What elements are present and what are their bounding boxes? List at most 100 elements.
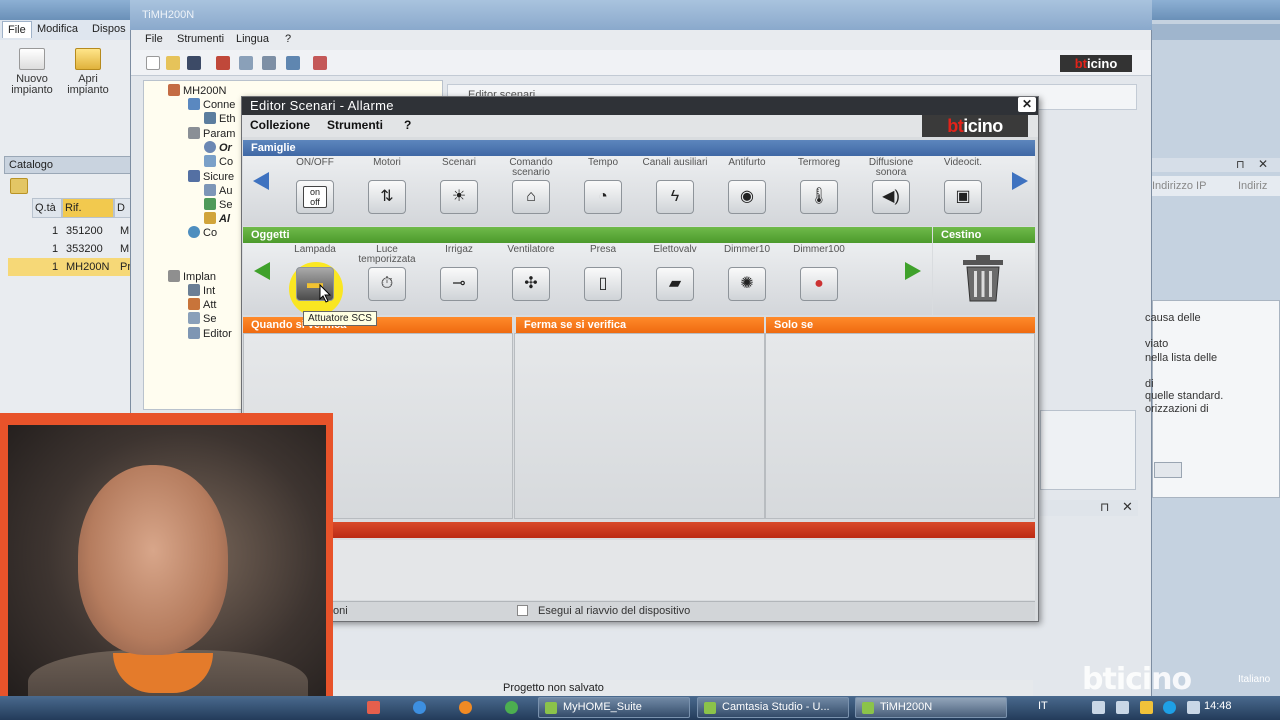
open-project-button[interactable]: Apri impianto [64, 48, 112, 96]
dialog-close-button[interactable]: ✕ [1018, 97, 1036, 112]
object-lampada[interactable]: Lampada ▬ [279, 245, 351, 301]
ferma-se-drop-zone[interactable] [514, 333, 765, 519]
col-ip-address[interactable]: Indirizzo IP [1152, 180, 1206, 192]
pin-icon[interactable]: ⊓ [1100, 500, 1109, 514]
family-motori[interactable]: Motori ⇅ [351, 158, 423, 214]
volume-tray-icon[interactable] [1116, 701, 1129, 714]
menu-strumenti[interactable]: Strumenti [327, 118, 383, 132]
tree-item-auth[interactable]: Au [204, 184, 232, 197]
language-indicator[interactable]: IT [1038, 700, 1048, 712]
family-termoreg[interactable]: Termoreg 🌡︎ [783, 158, 855, 214]
oggetti-scroll-right-icon[interactable] [905, 262, 921, 280]
family-diffusione-sonora[interactable]: Diffusione sonora ◀) [855, 158, 927, 214]
menu-file[interactable]: File [2, 21, 32, 38]
restart-checkbox[interactable] [517, 605, 528, 616]
object-dimmer10[interactable]: Dimmer10 ✺ [711, 245, 783, 301]
dimmer10-icon[interactable]: ✺ [728, 267, 766, 301]
close-icon[interactable]: ✕ [1258, 157, 1268, 171]
scrollbar[interactable] [1154, 462, 1182, 478]
new-project-button[interactable]: Nuovo impianto [8, 48, 56, 96]
object-dimmer100[interactable]: Dimmer100 ● [783, 245, 855, 301]
tree-item-impianto[interactable]: Implan [168, 270, 216, 283]
tree-item-co[interactable]: Co [204, 155, 233, 168]
receive-icon[interactable] [239, 56, 253, 70]
tree-item-orologio[interactable]: Or [204, 141, 232, 154]
family-comando-scenario[interactable]: Comando scenario ⌂ [495, 158, 567, 214]
table-row[interactable]: 1 351200 M [8, 222, 132, 240]
taskbar-camtasia[interactable]: Camtasia Studio - U... [697, 697, 849, 718]
menu-collezione[interactable]: Collezione [250, 118, 310, 132]
taskbar-myhome-suite[interactable]: MyHOME_Suite [538, 697, 690, 718]
send-icon[interactable] [216, 56, 230, 70]
house-scenario-icon[interactable]: ⌂ [512, 180, 550, 214]
famiglie-scroll-left-icon[interactable] [253, 172, 269, 190]
tree-item-editor[interactable]: Editor [188, 327, 232, 340]
actions-area[interactable] [243, 540, 1035, 600]
valve-icon[interactable]: ▰ [656, 267, 694, 301]
trash-drop-zone[interactable] [933, 243, 1035, 315]
firefox-icon[interactable] [459, 701, 472, 714]
open-folder-icon[interactable] [166, 56, 180, 70]
object-ventilatore[interactable]: Ventilatore ✣ [495, 245, 567, 301]
tree-item-int[interactable]: Int [188, 284, 215, 297]
videophone-icon[interactable]: ▣ [944, 180, 982, 214]
solo-se-drop-zone[interactable] [765, 333, 1035, 519]
motor-icon[interactable]: ⇅ [368, 180, 406, 214]
tray-icon[interactable] [1187, 701, 1200, 714]
object-irrigazione[interactable]: Irrigaz ⊸ [423, 245, 495, 301]
tree-item-root[interactable]: MH200N [168, 84, 226, 97]
table-row[interactable]: 1 353200 M [8, 240, 132, 258]
catalog-col-qty[interactable]: Q.tà [32, 198, 62, 218]
tim-menu-file[interactable]: File [145, 33, 163, 45]
family-canali-ausiliari[interactable]: Canali ausiliari ϟ [639, 158, 711, 214]
socket-icon[interactable]: ▯ [584, 267, 622, 301]
taskbar-clock[interactable]: 14:48 [1204, 700, 1232, 712]
fan-icon[interactable]: ✣ [512, 267, 550, 301]
tim-menu-lingua[interactable]: Lingua [236, 33, 269, 45]
speaker-icon[interactable]: ◀) [872, 180, 910, 214]
tree-item-se[interactable]: Se [204, 198, 232, 211]
family-tempo[interactable]: Tempo ◔ [567, 158, 639, 214]
tray-icon[interactable] [1140, 701, 1153, 714]
tree-item-connessione[interactable]: Conne [188, 98, 235, 111]
menu-dispositivi[interactable]: Dispos [92, 23, 126, 35]
save-icon[interactable] [187, 56, 201, 70]
menu-help[interactable]: ? [404, 118, 411, 132]
famiglie-scroll-right-icon[interactable] [1012, 172, 1028, 190]
menu-modifica[interactable]: Modifica [37, 23, 78, 35]
thermometer-icon[interactable]: 🌡︎ [800, 180, 838, 214]
family-on-off[interactable]: ON/OFF on off [279, 158, 351, 214]
tree-item-parametri[interactable]: Param [188, 127, 235, 140]
tree-item-att[interactable]: Att [188, 298, 216, 311]
star-icon[interactable] [10, 178, 28, 194]
taskbar-timh200n[interactable]: TiMH200N [855, 697, 1007, 718]
oggetti-scroll-left-icon[interactable] [254, 262, 270, 280]
tim-menu-strumenti[interactable]: Strumenti [177, 33, 224, 45]
tree-item-ethernet[interactable]: Eth [204, 112, 236, 125]
object-presa[interactable]: Presa ▯ [567, 245, 639, 301]
chrome-icon[interactable] [505, 701, 518, 714]
object-elettrovalvola[interactable]: Elettovalv ▰ [639, 245, 711, 301]
ie-icon[interactable] [413, 701, 426, 714]
object-luce-temporizzata[interactable]: Luce temporizzata ⏱︎ [351, 245, 423, 301]
catalog-col-ref[interactable]: Rif. [62, 198, 114, 218]
device-menu-icon[interactable] [313, 56, 327, 70]
tree-item-se2[interactable]: Se [188, 312, 216, 325]
connect-icon[interactable] [286, 56, 300, 70]
skype-tray-icon[interactable] [1163, 701, 1176, 714]
col-indirizzo[interactable]: Indiriz [1238, 180, 1267, 192]
irrigation-icon[interactable]: ⊸ [440, 267, 478, 301]
family-scenari[interactable]: Scenari ☀ [423, 158, 495, 214]
tree-item-co2[interactable]: Co [188, 226, 217, 239]
quicklaunch-icon[interactable] [367, 701, 380, 714]
pin-icon[interactable]: ⊓ [1236, 158, 1245, 171]
close-icon[interactable]: ✕ [1122, 499, 1133, 515]
table-row-selected[interactable]: 1 MH200N Pr [8, 258, 132, 276]
clock-icon[interactable]: ◔ [584, 180, 622, 214]
dimmer100-icon[interactable]: ● [800, 267, 838, 301]
alarm-icon[interactable]: ◉ [728, 180, 766, 214]
lightning-icon[interactable]: ϟ [656, 180, 694, 214]
family-videocitofonia[interactable]: Videocit. ▣ [927, 158, 999, 214]
on-off-icon[interactable]: on off [296, 180, 334, 214]
network-tray-icon[interactable] [1092, 701, 1105, 714]
